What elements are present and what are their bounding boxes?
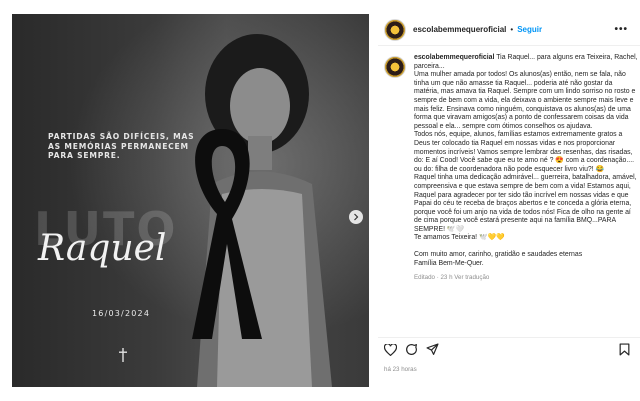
next-image-button[interactable] — [349, 210, 363, 224]
comment-button[interactable] — [405, 343, 418, 356]
post-timestamp[interactable]: há 23 horas — [384, 366, 417, 373]
caption-section: escolabemmequeroficial Tia Raquel... par… — [378, 54, 640, 283]
bookmark-icon — [619, 343, 630, 356]
like-button[interactable] — [384, 343, 397, 356]
chevron-right-icon — [354, 213, 359, 221]
memorial-tagline: PARTIDAS SÃO DIFÍCEIS, MAS AS MEMÓRIAS P… — [48, 132, 195, 160]
save-button[interactable] — [619, 343, 630, 356]
share-button[interactable] — [426, 343, 439, 356]
caption-avatar[interactable] — [384, 56, 406, 78]
profile-username[interactable]: escolabemmequeroficial — [413, 25, 506, 34]
caption-line: Te amamos Teixeira! 🕊️💛💛 — [414, 234, 505, 242]
caption-line: Todos nós, equipe, alunos, famílias esta… — [414, 131, 635, 173]
caption-username[interactable]: escolabemmequeroficial — [414, 54, 494, 61]
follow-button[interactable]: Seguir — [517, 25, 542, 34]
profile-avatar[interactable] — [384, 18, 406, 41]
caption-line — [414, 243, 638, 251]
heart-icon — [384, 343, 397, 356]
more-options-icon[interactable]: ••• — [614, 24, 628, 35]
caption-text: escolabemmequeroficial Tia Raquel... par… — [414, 54, 638, 283]
share-icon — [426, 343, 439, 355]
memorial-date: 16/03/2024 — [92, 309, 151, 318]
cross-icon — [119, 348, 127, 362]
action-bar — [378, 337, 640, 361]
memorial-name: Raquel — [38, 228, 167, 269]
caption-line: Família Bem-Me-Quer. — [414, 259, 484, 267]
post-sidebar: escolabemmequeroficial • Seguir ••• esco… — [378, 14, 640, 387]
caption-line: Com muito amor, carinho, gratidão e saud… — [414, 251, 583, 259]
post-header: escolabemmequeroficial • Seguir ••• — [378, 14, 640, 46]
caption-line: Raquel tinha uma dedicação admirável... … — [414, 174, 637, 233]
caption-meta[interactable]: Editado · 23 h Ver tradução — [414, 274, 638, 283]
post-image[interactable]: PARTIDAS SÃO DIFÍCEIS, MAS AS MEMÓRIAS P… — [12, 14, 369, 387]
caption-line: Uma mulher amada por todos! Os alunos(as… — [414, 71, 636, 130]
caption-line: escolabemmequeroficial Tia Raquel... par… — [414, 54, 638, 70]
header-separator: • — [510, 25, 514, 34]
comment-icon — [406, 344, 417, 355]
